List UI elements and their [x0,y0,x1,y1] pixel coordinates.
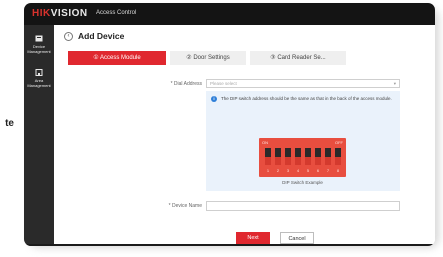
sidebar-item-label: Management [27,49,51,54]
dip-number: 1 [266,168,270,173]
dip-number: 7 [326,168,330,173]
dip-caption: DIP Switch Example [282,180,323,185]
dip-switch [335,148,341,165]
top-bar: HIKVISION Access Control [24,3,435,25]
chevron-down-icon: ▾ [393,81,396,86]
dip-number: 4 [296,168,300,173]
device-icon [35,35,43,42]
back-button[interactable]: ‹ [64,32,73,41]
sidebar-item-area-management[interactable]: Area Management [24,69,54,88]
page-title: Add Device [78,31,125,41]
dip-notice-text: The DIP switch address should be the sam… [221,96,392,101]
dip-switch-knob [315,148,321,157]
dip-switch [315,148,321,165]
dip-switch-knob [325,148,331,157]
dip-number: 3 [286,168,290,173]
cropped-side-text: te [5,118,14,129]
dip-switch-knob [275,148,281,157]
dip-switch-example: ON OFF 1 2 3 4 5 6 7 8 [259,138,346,177]
dial-address-select[interactable]: Please select ▾ [206,79,400,88]
window-bottom-edge [24,244,435,246]
building-icon [35,69,43,76]
dip-switch [275,148,281,165]
dip-switch-knob [295,148,301,157]
info-icon: i [211,96,217,102]
dip-switch-knob [335,148,341,157]
dip-number: 6 [316,168,320,173]
dial-address-label: * Dial Address [170,81,202,87]
dip-switch [265,148,271,165]
dip-number: 2 [276,168,280,173]
sidebar-item-device-management[interactable]: Device Management [24,35,54,54]
step-access-module[interactable]: ① Access Module [68,51,166,65]
dip-number: 5 [306,168,310,173]
sidebar-item-label: Management [27,83,51,88]
dip-switch [285,148,291,165]
section-title[interactable]: Access Control [96,10,136,16]
dip-off-label: OFF [335,140,343,145]
cancel-button[interactable]: Cancel [280,232,314,244]
dip-switch-knob [305,148,311,157]
dip-switch [325,148,331,165]
main-content: ‹ Add Device ① Access Module ② Door Sett… [54,25,435,246]
dip-on-label: ON [262,140,268,145]
dip-switch-knob [285,148,291,157]
dial-address-placeholder: Please select [210,81,237,86]
app-window: HIKVISION Access Control Device Manageme… [24,3,435,246]
brand-logo-red: HIK [32,8,51,19]
sidebar: Device Management Area Management [24,25,54,246]
dip-number: 8 [336,168,340,173]
dip-switch [305,148,311,165]
dip-switch-knob [265,148,271,157]
step-card-reader-settings[interactable]: ③ Card Reader Se... [250,51,346,65]
brand-logo-white: VISION [50,8,88,19]
device-name-field[interactable] [206,201,400,211]
next-button[interactable]: Next [236,232,270,244]
device-name-label: * Device Name [168,203,202,209]
brand-logo: HIKVISION [32,8,88,19]
step-door-settings[interactable]: ② Door Settings [170,51,246,65]
step-tabs: ① Access Module ② Door Settings ③ Card R… [68,51,414,65]
dip-switch [295,148,301,165]
